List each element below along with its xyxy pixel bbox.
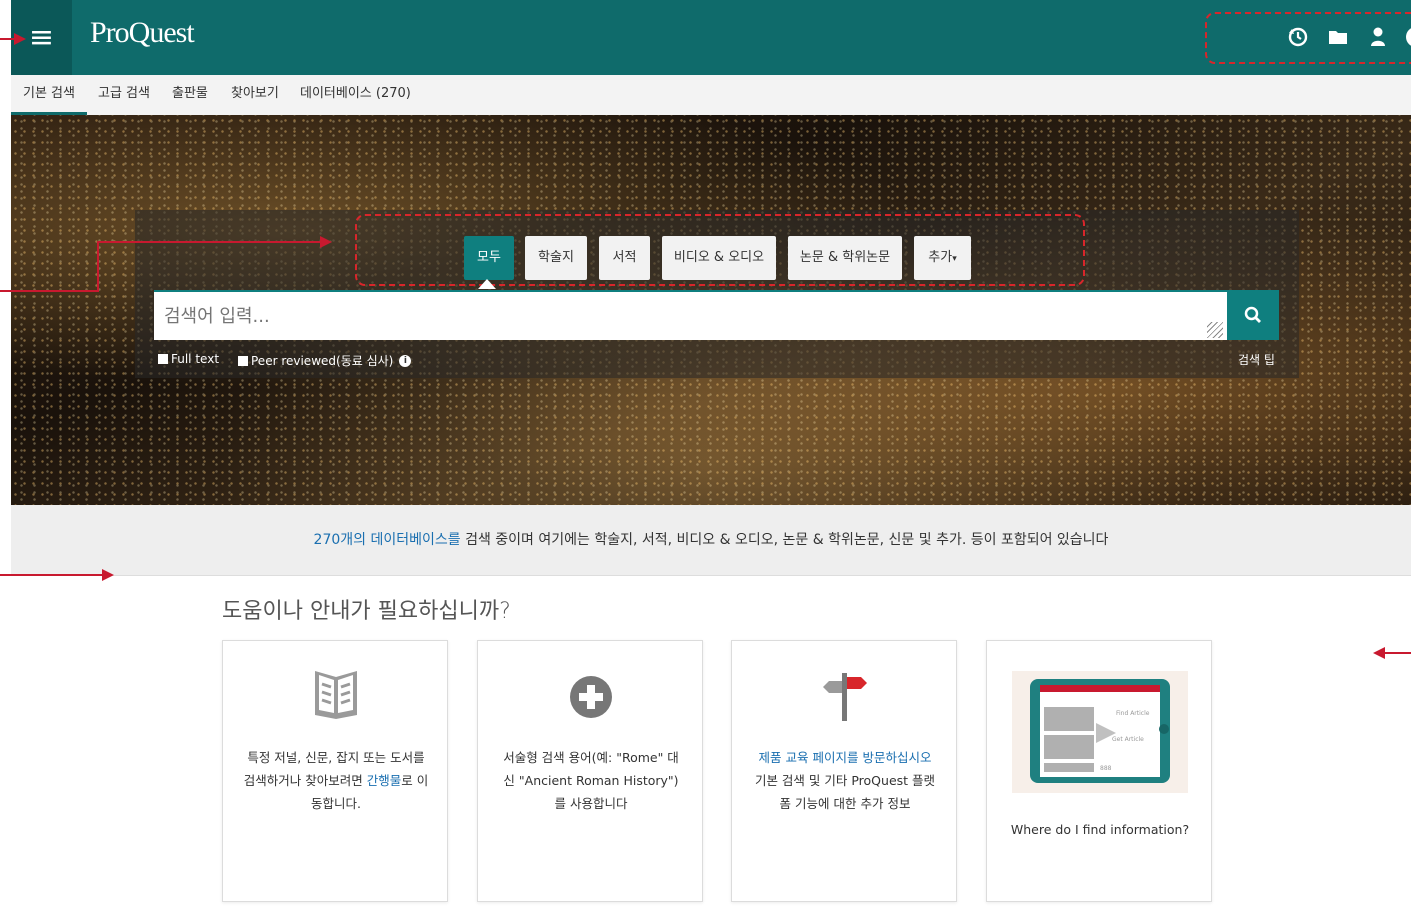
tab-databases[interactable]: 데이터베이스 (270) bbox=[300, 75, 411, 115]
type-more-label: 추가 bbox=[928, 250, 953, 265]
caret-up-icon bbox=[478, 279, 496, 289]
card-training-text: 제품 교육 페이지를 방문하십시오 기본 검색 및 기타 ProQuest 플랫… bbox=[752, 746, 938, 815]
tab-basic-search[interactable]: 기본 검색 bbox=[11, 75, 87, 115]
resize-grip-icon[interactable] bbox=[1207, 322, 1223, 338]
plus-circle-icon bbox=[570, 676, 612, 718]
thumb-label-number: 888 bbox=[1100, 765, 1112, 772]
card-icon-area bbox=[478, 665, 704, 729]
search-panel: 모두 학술지 서적 비디오 & 오디오 논문 & 학위논문 추가▾ Full t… bbox=[135, 210, 1299, 378]
help-card-video[interactable]: Find Article Get Article 888 Where do I … bbox=[986, 640, 1212, 902]
help-section-title: 도움이나 안내가 필요하십니까? bbox=[222, 599, 511, 624]
arrow-line bbox=[1383, 652, 1411, 654]
search-input[interactable] bbox=[154, 290, 1227, 340]
folder-icon[interactable] bbox=[1327, 26, 1349, 54]
peer-reviewed-checkbox[interactable]: Peer reviewed(동료 심사) i bbox=[238, 352, 412, 369]
tab-publications[interactable]: 출판물 bbox=[172, 75, 208, 115]
type-books-button[interactable]: 서적 bbox=[599, 236, 650, 280]
full-text-checkbox[interactable]: Full text bbox=[158, 352, 219, 366]
book-open-icon bbox=[315, 671, 357, 719]
search-icon bbox=[1244, 306, 1261, 323]
user-icon[interactable] bbox=[1367, 26, 1389, 54]
card-video-caption: Where do I find information? bbox=[1010, 822, 1190, 837]
checkbox-box[interactable] bbox=[238, 355, 248, 366]
proquest-logo[interactable]: ProQuest bbox=[90, 16, 195, 50]
database-info-bar: 270개의 데이터베이스를 검색 중이며 여기에는 학술지, 서적, 비디오 &… bbox=[11, 505, 1411, 576]
arrow-head bbox=[14, 33, 26, 45]
search-tips-link[interactable]: 검색 팁 bbox=[1238, 351, 1275, 368]
tablet-illustration-icon: Find Article Get Article 888 bbox=[1030, 679, 1170, 783]
type-all-button[interactable]: 모두 bbox=[464, 236, 514, 280]
databases-link[interactable]: 270개의 데이터베이스를 bbox=[314, 532, 461, 548]
type-more-button[interactable]: 추가▾ bbox=[914, 236, 971, 280]
arrow-line bbox=[97, 241, 99, 292]
info-icon[interactable]: i bbox=[399, 354, 412, 367]
arrow-line bbox=[0, 290, 99, 292]
publications-link[interactable]: 간행물 bbox=[367, 773, 402, 788]
help-card-training[interactable]: 제품 교육 페이지를 방문하십시오 기본 검색 및 기타 ProQuest 플랫… bbox=[731, 640, 957, 902]
card-icon-area bbox=[732, 665, 958, 729]
video-thumbnail[interactable]: Find Article Get Article 888 bbox=[1012, 671, 1188, 793]
arrow-head bbox=[102, 569, 114, 581]
training-page-link[interactable]: 제품 교육 페이지를 방문하십시오 bbox=[759, 750, 932, 765]
card-search-terms-text: 서술형 검색 용어(예: "Rome" 대신 "Ancient Roman Hi… bbox=[503, 750, 679, 811]
header-icons-group: ? bbox=[1205, 12, 1411, 64]
thumb-label-find: Find Article bbox=[1116, 710, 1150, 717]
card-publications-text: 특정 저널, 신문, 잡지 또는 도서를 검색하거나 찾아보려면 간행물로 이동… bbox=[243, 746, 429, 815]
help-icon[interactable]: ? bbox=[1405, 26, 1411, 54]
history-icon[interactable] bbox=[1287, 26, 1309, 54]
arrow-head bbox=[320, 236, 332, 248]
search-button[interactable] bbox=[1227, 290, 1279, 340]
arrow-line bbox=[97, 241, 322, 243]
card-icon-area bbox=[223, 665, 449, 729]
type-dissertations-button[interactable]: 논문 & 학위논문 bbox=[788, 236, 902, 280]
signpost-icon bbox=[823, 673, 867, 721]
top-header: ≡ ProQuest ? bbox=[11, 0, 1411, 75]
type-journals-button[interactable]: 학술지 bbox=[525, 236, 587, 280]
caret-down-icon: ▾ bbox=[952, 254, 957, 264]
arrow-line bbox=[0, 574, 104, 576]
database-info-text: 검색 중이며 여기에는 학술지, 서적, 비디오 & 오디오, 논문 & 학위논… bbox=[460, 532, 1109, 548]
content-type-selector: 모두 학술지 서적 비디오 & 오디오 논문 & 학위논문 추가▾ bbox=[355, 214, 1085, 286]
help-card-search-terms[interactable]: 서술형 검색 용어(예: "Rome" 대신 "Ancient Roman Hi… bbox=[477, 640, 703, 902]
checkbox-box[interactable] bbox=[158, 354, 168, 364]
thumb-label-get: Get Article bbox=[1112, 736, 1144, 743]
card-text-part: 기본 검색 및 기타 ProQuest 플랫폼 기능에 대한 추가 정보 bbox=[754, 773, 936, 811]
tab-browse[interactable]: 찾아보기 bbox=[231, 75, 279, 115]
tab-advanced-search[interactable]: 고급 검색 bbox=[98, 75, 150, 115]
peer-reviewed-label: Peer reviewed(동료 심사) bbox=[251, 354, 394, 368]
nav-tabs: 기본 검색 고급 검색 출판물 찾아보기 데이터베이스 (270) bbox=[11, 75, 1411, 116]
help-card-publications[interactable]: 특정 저널, 신문, 잡지 또는 도서를 검색하거나 찾아보려면 간행물로 이동… bbox=[222, 640, 448, 902]
full-text-label: Full text bbox=[171, 352, 220, 366]
type-video-audio-button[interactable]: 비디오 & 오디오 bbox=[662, 236, 776, 280]
hero-banner: 모두 학술지 서적 비디오 & 오디오 논문 & 학위논문 추가▾ Full t… bbox=[11, 115, 1411, 505]
